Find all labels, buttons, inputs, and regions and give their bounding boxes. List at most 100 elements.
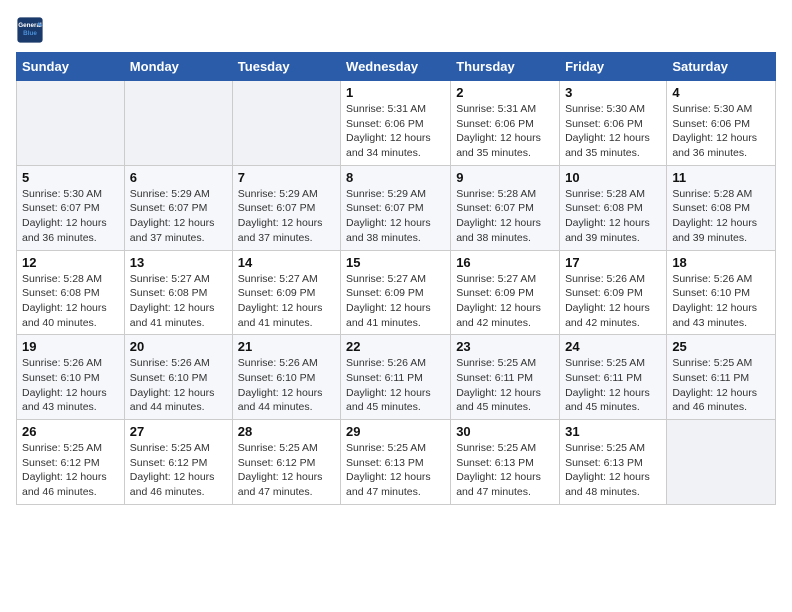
- day-number: 29: [346, 424, 445, 439]
- day-info: Sunrise: 5:29 AM Sunset: 6:07 PM Dayligh…: [346, 187, 445, 246]
- day-info: Sunrise: 5:30 AM Sunset: 6:06 PM Dayligh…: [565, 102, 661, 161]
- day-number: 8: [346, 170, 445, 185]
- week-row-4: 19 Sunrise: 5:26 AM Sunset: 6:10 PM Dayli…: [17, 335, 776, 420]
- day-number: 13: [130, 255, 227, 270]
- day-number: 4: [672, 85, 770, 100]
- day-number: 19: [22, 339, 119, 354]
- day-info: Sunrise: 5:25 AM Sunset: 6:13 PM Dayligh…: [565, 441, 661, 500]
- day-number: 9: [456, 170, 554, 185]
- day-cell: 25Sunrise: 5:25 AM Sunset: 6:11 PM Dayli…: [667, 335, 776, 420]
- day-info: Sunrise: 5:29 AM Sunset: 6:07 PM Dayligh…: [238, 187, 335, 246]
- header-cell-sunday: Sunday: [17, 53, 125, 81]
- day-number: 31: [565, 424, 661, 439]
- header-cell-saturday: Saturday: [667, 53, 776, 81]
- day-number: 6: [130, 170, 227, 185]
- day-cell: 14 Sunrise: 5:27 AM Sunset: 6:09 PM Dayli…: [232, 250, 340, 335]
- day-info: Sunrise: 5:26 AM Sunset: 6:09 PM Dayligh…: [565, 272, 661, 331]
- day-number: 25: [672, 339, 770, 354]
- day-cell: 12 Sunrise: 5:28 AM Sunset: 6:08 PM Dayli…: [17, 250, 125, 335]
- day-info: Sunrise: 5:30 AM Sunset: 6:07 PM Dayligh…: [22, 187, 119, 246]
- day-number: 23: [456, 339, 554, 354]
- day-cell: 31 Sunrise: 5:25 AM Sunset: 6:13 PM Dayli…: [560, 420, 667, 505]
- day-cell: 10Sunrise: 5:28 AM Sunset: 6:08 PM Dayli…: [560, 165, 667, 250]
- day-info: Sunrise: 5:26 AM Sunset: 6:10 PM Dayligh…: [22, 356, 119, 415]
- day-cell: [124, 81, 232, 166]
- day-number: 3: [565, 85, 661, 100]
- day-cell: 19 Sunrise: 5:26 AM Sunset: 6:10 PM Dayli…: [17, 335, 125, 420]
- day-info: Sunrise: 5:25 AM Sunset: 6:13 PM Dayligh…: [346, 441, 445, 500]
- header-cell-tuesday: Tuesday: [232, 53, 340, 81]
- day-cell: 27Sunrise: 5:25 AM Sunset: 6:12 PM Dayli…: [124, 420, 232, 505]
- day-number: 7: [238, 170, 335, 185]
- day-cell: 9 Sunrise: 5:28 AM Sunset: 6:07 PM Daylig…: [451, 165, 560, 250]
- day-number: 12: [22, 255, 119, 270]
- day-cell: 30Sunrise: 5:25 AM Sunset: 6:13 PM Dayli…: [451, 420, 560, 505]
- day-info: Sunrise: 5:26 AM Sunset: 6:11 PM Dayligh…: [346, 356, 445, 415]
- day-cell: [232, 81, 340, 166]
- day-cell: 18 Sunrise: 5:26 AM Sunset: 6:10 PM Dayli…: [667, 250, 776, 335]
- logo: General Blue: [16, 16, 44, 44]
- day-info: Sunrise: 5:28 AM Sunset: 6:08 PM Dayligh…: [672, 187, 770, 246]
- day-cell: 3 Sunrise: 5:30 AM Sunset: 6:06 PM Daylig…: [560, 81, 667, 166]
- day-number: 2: [456, 85, 554, 100]
- day-info: Sunrise: 5:31 AM Sunset: 6:06 PM Dayligh…: [346, 102, 445, 161]
- day-cell: 1 Sunrise: 5:31 AM Sunset: 6:06 PM Daylig…: [341, 81, 451, 166]
- day-cell: 22 Sunrise: 5:26 AM Sunset: 6:11 PM Dayli…: [341, 335, 451, 420]
- day-info: Sunrise: 5:27 AM Sunset: 6:09 PM Dayligh…: [238, 272, 335, 331]
- week-row-2: 5 Sunrise: 5:30 AM Sunset: 6:07 PM Daylig…: [17, 165, 776, 250]
- day-info: Sunrise: 5:26 AM Sunset: 6:10 PM Dayligh…: [238, 356, 335, 415]
- day-cell: 7 Sunrise: 5:29 AM Sunset: 6:07 PM Daylig…: [232, 165, 340, 250]
- day-info: Sunrise: 5:31 AM Sunset: 6:06 PM Dayligh…: [456, 102, 554, 161]
- day-info: Sunrise: 5:25 AM Sunset: 6:12 PM Dayligh…: [238, 441, 335, 500]
- day-info: Sunrise: 5:27 AM Sunset: 6:09 PM Dayligh…: [346, 272, 445, 331]
- day-cell: 6 Sunrise: 5:29 AM Sunset: 6:07 PM Daylig…: [124, 165, 232, 250]
- day-number: 1: [346, 85, 445, 100]
- day-cell: 21 Sunrise: 5:26 AM Sunset: 6:10 PM Dayli…: [232, 335, 340, 420]
- day-info: Sunrise: 5:28 AM Sunset: 6:07 PM Dayligh…: [456, 187, 554, 246]
- logo-icon: General Blue: [16, 16, 44, 44]
- day-cell: 8 Sunrise: 5:29 AM Sunset: 6:07 PM Daylig…: [341, 165, 451, 250]
- day-cell: 5 Sunrise: 5:30 AM Sunset: 6:07 PM Daylig…: [17, 165, 125, 250]
- day-info: Sunrise: 5:29 AM Sunset: 6:07 PM Dayligh…: [130, 187, 227, 246]
- header-row: SundayMondayTuesdayWednesdayThursdayFrid…: [17, 53, 776, 81]
- day-info: Sunrise: 5:30 AM Sunset: 6:06 PM Dayligh…: [672, 102, 770, 161]
- day-cell: [17, 81, 125, 166]
- day-number: 27: [130, 424, 227, 439]
- week-row-3: 12 Sunrise: 5:28 AM Sunset: 6:08 PM Dayli…: [17, 250, 776, 335]
- header-cell-wednesday: Wednesday: [341, 53, 451, 81]
- day-info: Sunrise: 5:26 AM Sunset: 6:10 PM Dayligh…: [672, 272, 770, 331]
- day-number: 22: [346, 339, 445, 354]
- day-info: Sunrise: 5:28 AM Sunset: 6:08 PM Dayligh…: [22, 272, 119, 331]
- day-cell: 2 Sunrise: 5:31 AM Sunset: 6:06 PM Daylig…: [451, 81, 560, 166]
- day-number: 11: [672, 170, 770, 185]
- day-cell: 4 Sunrise: 5:30 AM Sunset: 6:06 PM Daylig…: [667, 81, 776, 166]
- day-number: 18: [672, 255, 770, 270]
- day-cell: 11 Sunrise: 5:28 AM Sunset: 6:08 PM Dayli…: [667, 165, 776, 250]
- day-info: Sunrise: 5:25 AM Sunset: 6:11 PM Dayligh…: [456, 356, 554, 415]
- week-row-1: 1 Sunrise: 5:31 AM Sunset: 6:06 PM Daylig…: [17, 81, 776, 166]
- day-cell: 24Sunrise: 5:25 AM Sunset: 6:11 PM Dayli…: [560, 335, 667, 420]
- day-number: 26: [22, 424, 119, 439]
- day-cell: [667, 420, 776, 505]
- day-cell: 23 Sunrise: 5:25 AM Sunset: 6:11 PM Dayli…: [451, 335, 560, 420]
- day-number: 28: [238, 424, 335, 439]
- day-info: Sunrise: 5:27 AM Sunset: 6:09 PM Dayligh…: [456, 272, 554, 331]
- day-cell: 17Sunrise: 5:26 AM Sunset: 6:09 PM Dayli…: [560, 250, 667, 335]
- day-number: 14: [238, 255, 335, 270]
- header-cell-thursday: Thursday: [451, 53, 560, 81]
- day-number: 5: [22, 170, 119, 185]
- day-info: Sunrise: 5:25 AM Sunset: 6:13 PM Dayligh…: [456, 441, 554, 500]
- day-cell: 13 Sunrise: 5:27 AM Sunset: 6:08 PM Dayli…: [124, 250, 232, 335]
- page-header: General Blue: [16, 16, 776, 44]
- header-cell-friday: Friday: [560, 53, 667, 81]
- day-cell: 16Sunrise: 5:27 AM Sunset: 6:09 PM Dayli…: [451, 250, 560, 335]
- calendar-table: SundayMondayTuesdayWednesdayThursdayFrid…: [16, 52, 776, 505]
- day-cell: 26Sunrise: 5:25 AM Sunset: 6:12 PM Dayli…: [17, 420, 125, 505]
- day-cell: 28 Sunrise: 5:25 AM Sunset: 6:12 PM Dayli…: [232, 420, 340, 505]
- day-info: Sunrise: 5:26 AM Sunset: 6:10 PM Dayligh…: [130, 356, 227, 415]
- day-cell: 15Sunrise: 5:27 AM Sunset: 6:09 PM Dayli…: [341, 250, 451, 335]
- header-cell-monday: Monday: [124, 53, 232, 81]
- day-number: 21: [238, 339, 335, 354]
- svg-text:Blue: Blue: [23, 30, 37, 37]
- day-info: Sunrise: 5:27 AM Sunset: 6:08 PM Dayligh…: [130, 272, 227, 331]
